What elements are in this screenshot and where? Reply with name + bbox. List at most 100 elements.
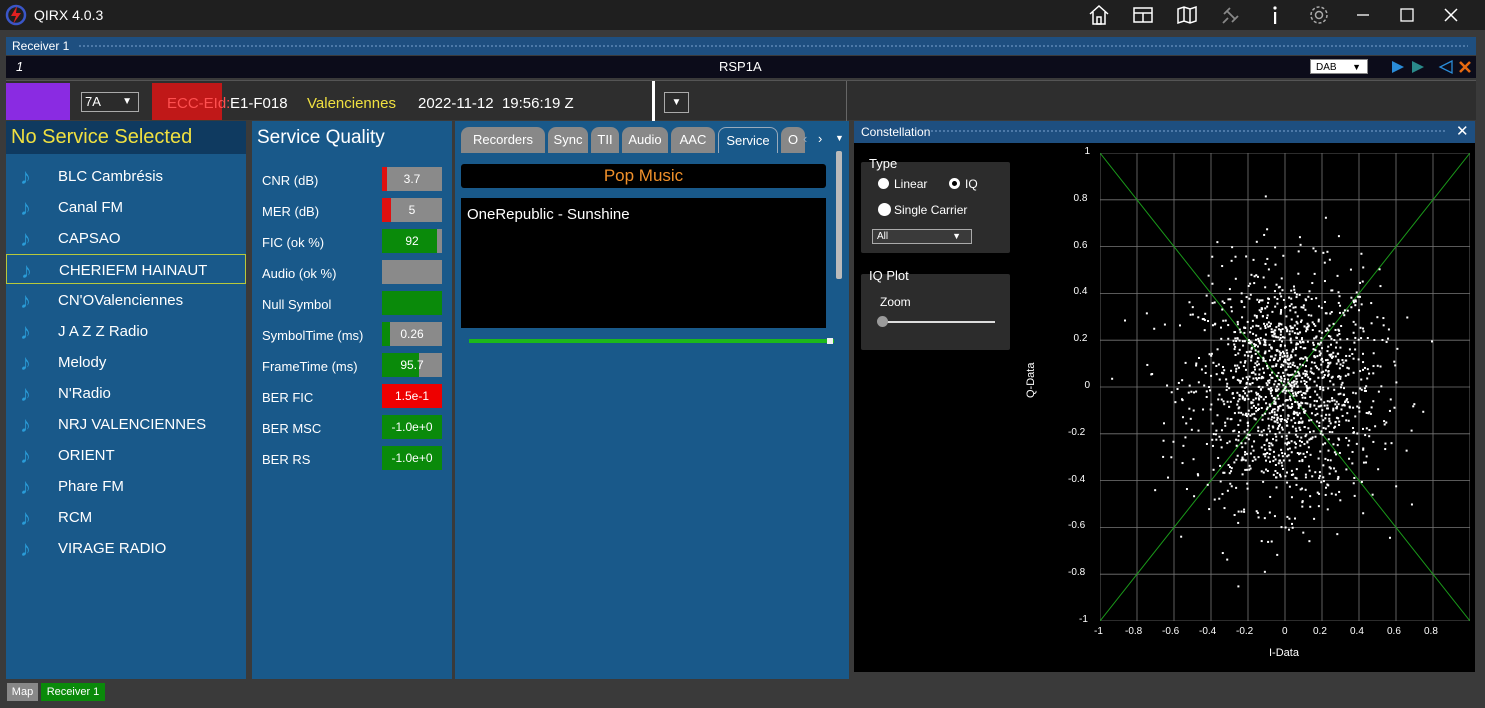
satellite-icon[interactable] [1219, 3, 1243, 27]
iq-point [1191, 313, 1194, 316]
service-item[interactable]: ♪ VIRAGE RADIO [6, 533, 246, 563]
zoom-slider-thumb[interactable] [877, 316, 888, 327]
service-name: CHERIEFM HAINAUT [59, 262, 208, 279]
service-item[interactable]: ♪ N'Radio [6, 378, 246, 408]
service-item[interactable]: ♪ Canal FM [6, 192, 246, 222]
quality-row: BER FIC 1.5e-1 [252, 381, 452, 411]
iq-point [1207, 320, 1210, 323]
channel-select[interactable]: 7A ▼ [81, 92, 139, 112]
progress-handle[interactable] [827, 338, 833, 344]
iq-point [1260, 446, 1263, 449]
iq-point [1226, 382, 1229, 385]
iq-point [1294, 433, 1297, 436]
iq-point [1220, 337, 1223, 340]
iq-point [1241, 316, 1244, 319]
iq-point [1266, 228, 1269, 231]
iq-point [1328, 420, 1331, 423]
service-item[interactable]: ♪ CN'OValenciennes [6, 285, 246, 315]
tab-tii[interactable]: TII [591, 127, 619, 153]
iq-point [1346, 412, 1349, 415]
iq-point [1262, 471, 1265, 474]
tab-audio[interactable]: Audio [622, 127, 668, 153]
maximize-icon[interactable] [1395, 3, 1419, 27]
service-item[interactable]: ♪ Melody [6, 347, 246, 377]
service-item[interactable]: ♪ ORIENT [6, 440, 246, 470]
tab-recorders[interactable]: Recorders [461, 127, 545, 153]
tab-service[interactable]: Service [718, 127, 778, 153]
tab-map[interactable]: Map [7, 683, 38, 701]
mode-select[interactable]: DAB ▼ [1310, 59, 1368, 74]
zoom-slider-track[interactable] [882, 321, 995, 323]
iq-point [1236, 323, 1239, 326]
iq-point [1341, 364, 1344, 367]
iq-point [1231, 392, 1234, 395]
play-icon[interactable] [1392, 61, 1404, 73]
iq-point [1329, 467, 1332, 470]
tab-receiver-1[interactable]: Receiver 1 [41, 683, 105, 701]
iq-point [1256, 360, 1259, 363]
service-item[interactable]: ♪ Phare FM [6, 471, 246, 501]
service-item[interactable]: ♪ NRJ VALENCIENNES [6, 409, 246, 439]
iq-point [1257, 429, 1260, 432]
service-item[interactable]: ♪ J A Z Z Radio [6, 316, 246, 346]
back-icon[interactable] [1438, 59, 1453, 75]
play-alt-icon[interactable] [1412, 61, 1424, 73]
quality-label: BER MSC [262, 421, 322, 436]
minimize-icon[interactable] [1351, 3, 1375, 27]
window-icon[interactable] [1131, 3, 1155, 27]
iq-point [1290, 318, 1293, 321]
carrier-select[interactable]: All ▼ [872, 229, 972, 244]
iq-point [1283, 374, 1286, 377]
service-item[interactable]: ♪ CAPSAO [6, 223, 246, 253]
iq-point [1395, 381, 1398, 384]
iq-point [1286, 373, 1289, 376]
iq-point [1320, 430, 1323, 433]
iq-point [1235, 370, 1238, 373]
iq-point [1293, 288, 1296, 291]
home-icon[interactable] [1087, 3, 1111, 27]
stop-icon[interactable] [1459, 61, 1471, 73]
service-item[interactable]: ♪ BLC Cambrésis [6, 161, 246, 191]
tab-scroll-left-icon[interactable]: ‹ [803, 131, 807, 146]
iq-point [1326, 404, 1329, 407]
tab-sync[interactable]: Sync [548, 127, 588, 153]
iq-point [1301, 340, 1304, 343]
iq-point [1264, 341, 1267, 344]
iq-point [1352, 482, 1355, 485]
iq-radio[interactable] [949, 178, 960, 189]
iq-point [1239, 331, 1242, 334]
iq-point [1203, 384, 1206, 387]
tab-o[interactable]: O [781, 127, 805, 153]
iq-point [1302, 452, 1305, 455]
linear-radio[interactable] [878, 178, 889, 189]
map-icon[interactable] [1175, 3, 1199, 27]
iq-point [1217, 363, 1220, 366]
bottom-tab-bar: Map Receiver 1 [0, 681, 1485, 708]
iq-point [1353, 494, 1356, 497]
scrollbar[interactable] [836, 151, 842, 279]
tab-menu-icon[interactable]: ▼ [835, 133, 844, 143]
iq-point [1261, 386, 1264, 389]
iq-point [1232, 339, 1235, 342]
tab-scroll-right-icon[interactable]: › [818, 131, 822, 146]
iq-point [1170, 391, 1173, 394]
gear-icon[interactable] [1307, 3, 1331, 27]
single-carrier-radio[interactable] [878, 203, 891, 216]
tab-aac[interactable]: AAC [671, 127, 715, 153]
service-item[interactable]: ♪ CHERIEFM HAINAUT [6, 254, 246, 284]
expand-dropdown-button[interactable]: ▼ [664, 92, 689, 113]
info-icon[interactable] [1263, 3, 1287, 27]
iq-point [1251, 381, 1254, 384]
service-name: CAPSAO [58, 230, 121, 247]
iq-point [1242, 458, 1245, 461]
close-icon[interactable]: ✕ [1456, 122, 1469, 140]
iq-point [1379, 285, 1382, 288]
close-icon[interactable] [1439, 3, 1463, 27]
iq-point [1299, 357, 1302, 360]
chevron-down-icon: ▼ [952, 231, 961, 241]
service-item[interactable]: ♪ RCM [6, 502, 246, 532]
iq-point [1277, 407, 1280, 410]
iq-point [1266, 384, 1269, 387]
iq-point [1202, 317, 1205, 320]
iq-point [1357, 338, 1360, 341]
